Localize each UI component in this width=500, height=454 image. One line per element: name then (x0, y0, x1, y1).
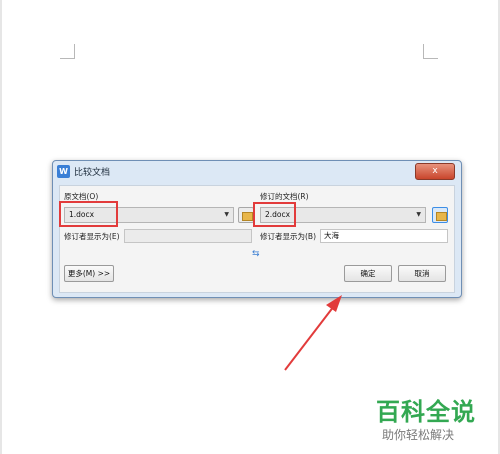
annotation-arrow-head (326, 295, 342, 312)
annotation-arrow-shaft (284, 305, 335, 371)
watermark-title: 百科全说 (376, 398, 476, 426)
annotation-arrow (284, 295, 342, 371)
watermark-subtitle: 助你轻松解决 (382, 428, 455, 442)
